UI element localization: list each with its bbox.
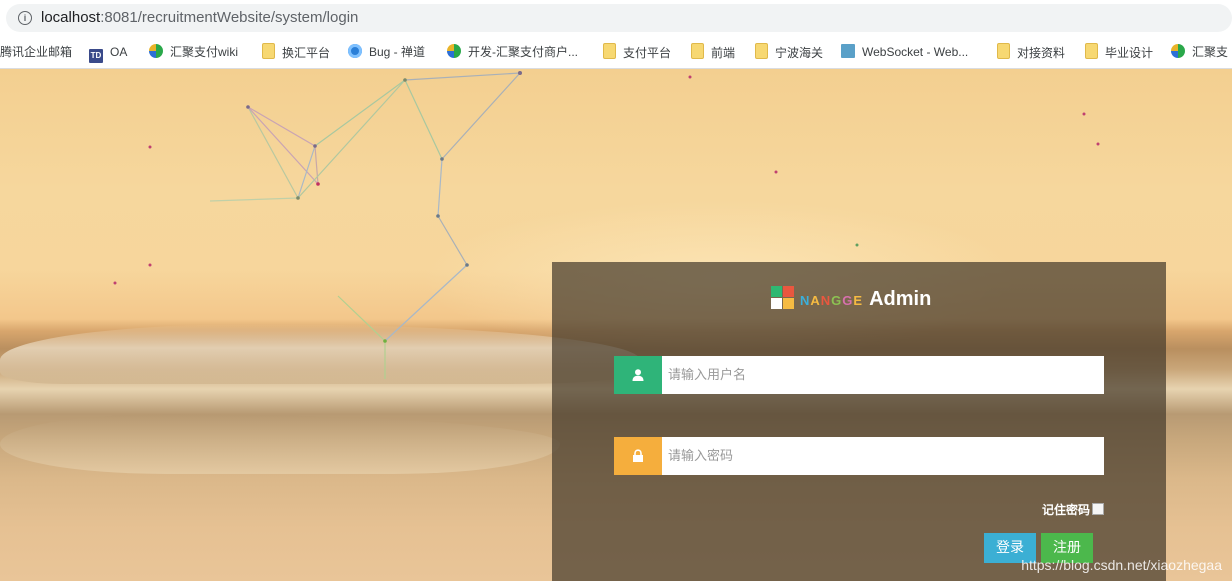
login-page-background: NANGGEAdmin 记住密码 登录 注册 — [0, 69, 1232, 581]
bookmark-item[interactable]: 汇聚支 — [1171, 43, 1228, 61]
bookmark-label: Bug - 禅道 — [369, 45, 426, 59]
watermark: https://blog.csdn.net/xiaozhegaa — [1021, 557, 1222, 573]
bookmark-label: 毕业设计 — [1105, 46, 1154, 60]
bookmark-label: 换汇平台 — [282, 46, 331, 60]
brand-wordmark: NANGGE — [800, 293, 864, 308]
folder-icon — [755, 43, 768, 59]
huiju-icon — [447, 44, 461, 58]
bookmark-label: 汇聚支付wiki — [170, 45, 238, 59]
url-field[interactable]: i localhost:8081/recruitmentWebsite/syst… — [6, 4, 1232, 32]
bookmark-item[interactable]: 对接资料 — [997, 43, 1065, 61]
password-input[interactable] — [662, 437, 1104, 475]
username-field — [614, 356, 1104, 394]
folder-icon — [262, 43, 275, 59]
bookmark-item[interactable]: 换汇平台 — [262, 43, 330, 61]
bookmark-label: 汇聚支 — [1192, 45, 1229, 59]
password-field — [614, 437, 1104, 475]
bookmark-label: 宁波海关 — [775, 46, 824, 60]
bookmark-label: OA — [110, 45, 128, 59]
huiju-icon — [149, 44, 163, 58]
url-path: :8081/recruitmentWebsite/system/login — [100, 9, 359, 26]
bookmark-item[interactable]: 支付平台 — [603, 43, 671, 61]
bookmark-label: 开发-汇聚支付商户... — [468, 45, 578, 59]
address-bar: i localhost:8081/recruitmentWebsite/syst… — [0, 0, 1232, 36]
bookmark-item[interactable]: 开发-汇聚支付商户... — [447, 43, 578, 61]
websocket-icon — [841, 44, 855, 58]
td-icon: TD — [89, 49, 103, 63]
lock-icon — [614, 437, 662, 475]
brand-admin-text: Admin — [869, 288, 932, 310]
folder-icon — [603, 43, 616, 59]
bookmark-label: 前端 — [711, 46, 736, 60]
bookmark-label: 对接资料 — [1017, 46, 1066, 60]
bookmark-item[interactable]: Bug - 禅道 — [348, 43, 425, 61]
bookmark-item[interactable]: 汇聚支付wiki — [149, 43, 238, 61]
bookmark-label: WebSocket - Web... — [862, 45, 969, 59]
remember-label: 记住密码 — [1041, 503, 1090, 517]
folder-icon — [997, 43, 1010, 59]
login-panel: NANGGEAdmin 记住密码 登录 注册 — [552, 262, 1166, 581]
remember-password[interactable]: 记住密码 — [1042, 501, 1104, 518]
user-icon — [614, 356, 662, 394]
info-icon[interactable]: i — [18, 11, 32, 25]
folder-icon — [691, 43, 704, 59]
bookmark-label: 腾讯企业邮箱 — [0, 45, 73, 59]
bookmark-item[interactable]: 前端 — [691, 43, 735, 61]
url-text[interactable]: localhost:8081/recruitmentWebsite/system… — [41, 9, 358, 26]
bookmark-item[interactable]: 宁波海关 — [755, 43, 823, 61]
url-host: localhost — [41, 9, 101, 26]
huiju-icon — [1171, 44, 1185, 58]
bookmark-item[interactable]: 腾讯企业邮箱 — [0, 43, 72, 61]
bookmark-item[interactable]: WebSocket - Web... — [841, 43, 968, 61]
bookmark-item[interactable]: 毕业设计 — [1085, 43, 1153, 61]
logo-grid-icon — [771, 286, 794, 309]
bookmark-item[interactable]: TD OA — [89, 43, 128, 63]
bug-icon — [348, 44, 362, 58]
folder-icon — [1085, 43, 1098, 59]
remember-checkbox[interactable] — [1092, 503, 1104, 515]
brand-logo: NANGGE Admin — [771, 286, 931, 310]
username-input[interactable] — [662, 356, 1104, 394]
bookmarks-bar: 腾讯企业邮箱 TD OA 汇聚支付wiki 换汇平台 Bug - 禅道 开发-汇聚… — [0, 36, 1232, 69]
bookmark-label: 支付平台 — [623, 46, 672, 60]
